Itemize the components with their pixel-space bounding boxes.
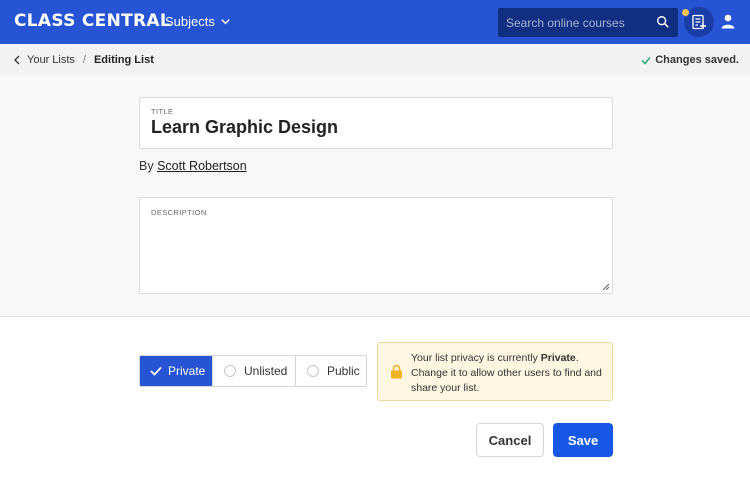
privacy-option-label: Public (327, 364, 360, 378)
subjects-menu[interactable]: Subjects (165, 14, 231, 29)
description-input[interactable] (150, 220, 600, 286)
user-icon[interactable] (720, 13, 736, 29)
check-icon (150, 366, 162, 376)
privacy-option-unlisted[interactable]: Unlisted (213, 356, 296, 386)
list-edit-section: TITLE Learn Graphic Design By Scott Robe… (0, 75, 750, 317)
privacy-option-public[interactable]: Public (296, 356, 366, 386)
privacy-option-label: Unlisted (244, 364, 288, 378)
breadcrumb-your-lists[interactable]: Your Lists (27, 54, 75, 66)
save-button[interactable]: Save (553, 423, 613, 457)
privacy-option-label: Private (168, 364, 206, 378)
breadcrumb-bar: Your Lists / Editing List Changes saved. (0, 44, 750, 75)
breadcrumb-separator: / (82, 54, 86, 66)
subjects-label: Subjects (165, 14, 215, 29)
author-byline: By Scott Robertson (139, 159, 247, 173)
privacy-selector: Private Unlisted Public (139, 355, 367, 387)
save-status-text: Changes saved. (655, 54, 739, 66)
notification-dot (681, 8, 690, 17)
chevron-left-icon[interactable] (13, 55, 21, 65)
description-field[interactable]: DESCRIPTION (139, 197, 613, 294)
breadcrumb: Your Lists / Editing List (13, 54, 154, 66)
cancel-button[interactable]: Cancel (476, 423, 544, 457)
title-label: TITLE (151, 107, 174, 116)
breadcrumb-current: Editing List (93, 54, 154, 66)
privacy-notice-text: Your list privacy is currently Private. … (411, 351, 607, 396)
description-label: DESCRIPTION (151, 208, 207, 217)
check-icon (641, 56, 651, 65)
list-add-icon (692, 14, 706, 30)
search-icon[interactable] (656, 15, 670, 29)
author-prefix: By (139, 159, 154, 173)
radio-icon (224, 365, 236, 377)
top-nav: CLASS CENTRAL Subjects (0, 0, 750, 44)
radio-icon (307, 365, 319, 377)
lock-icon (391, 364, 402, 379)
privacy-option-private[interactable]: Private (140, 356, 213, 386)
search-input[interactable] (506, 15, 646, 30)
logo[interactable]: CLASS CENTRAL (14, 11, 171, 31)
resize-handle-icon[interactable] (601, 282, 610, 291)
privacy-notice-prefix: Your list privacy is currently (411, 352, 541, 364)
title-input[interactable]: Learn Graphic Design (151, 117, 338, 138)
search-bar (498, 8, 678, 37)
privacy-notice: Your list privacy is currently Private. … (377, 342, 613, 401)
author-link[interactable]: Scott Robertson (157, 159, 247, 173)
title-field[interactable]: TITLE Learn Graphic Design (139, 97, 613, 149)
save-status: Changes saved. (641, 54, 739, 66)
privacy-notice-value: Private (540, 352, 576, 364)
chevron-down-icon (221, 19, 230, 25)
